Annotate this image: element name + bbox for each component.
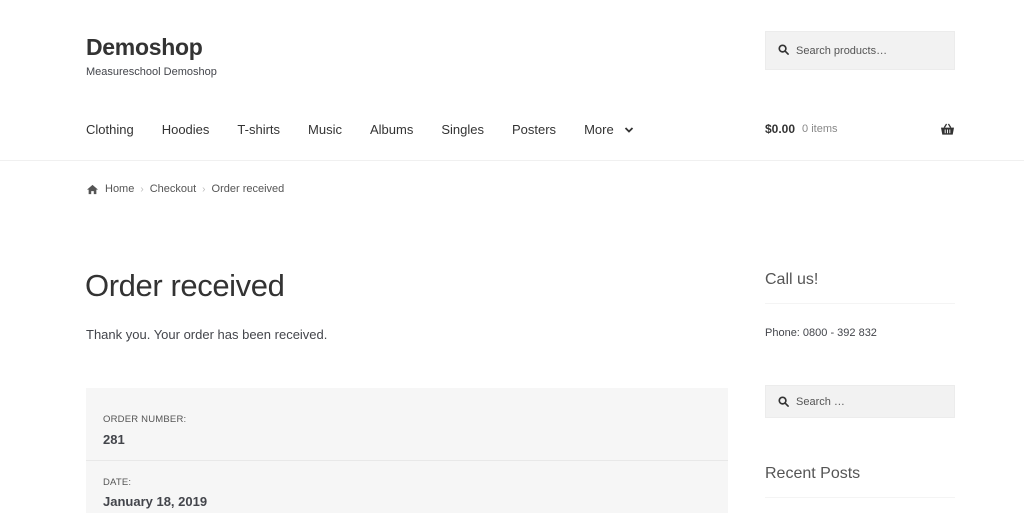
nav-item-more[interactable]: More <box>584 122 634 137</box>
cart-amount: $0.00 <box>765 122 796 136</box>
breadcrumb: Home › Checkout › Order received <box>86 183 284 195</box>
nav-item-hoodies[interactable]: Hoodies <box>162 122 210 137</box>
breadcrumb-separator: › <box>140 183 144 195</box>
breadcrumb-separator: › <box>202 183 206 195</box>
breadcrumb-checkout[interactable]: Checkout <box>150 183 196 195</box>
order-date-row: DATE: January 18, 2019 <box>86 462 728 513</box>
order-number-row: ORDER NUMBER: 281 <box>86 388 728 461</box>
order-date-value: January 18, 2019 <box>103 494 208 509</box>
search-placeholder: Search products… <box>796 44 888 57</box>
order-overview: ORDER NUMBER: 281 DATE: January 18, 2019 <box>86 388 728 513</box>
search-icon <box>778 396 789 407</box>
page-title: Order received <box>85 268 285 303</box>
order-date-label: DATE: <box>103 477 132 488</box>
site-title[interactable]: Demoshop <box>86 34 203 61</box>
sidebar-search-placeholder: Search … <box>796 395 845 408</box>
order-number-label: ORDER NUMBER: <box>103 414 187 425</box>
sidebar-call-heading: Call us! <box>765 271 819 288</box>
header-divider <box>0 160 1024 161</box>
primary-navigation: Clothing Hoodies T-shirts Music Albums S… <box>86 122 662 137</box>
sidebar-recent-posts-heading: Recent Posts <box>765 465 861 482</box>
home-icon <box>86 184 105 195</box>
sidebar-search-input[interactable]: Search … <box>765 385 955 418</box>
nav-item-music[interactable]: Music <box>308 122 342 137</box>
nav-item-albums[interactable]: Albums <box>370 122 413 137</box>
nav-more-label: More <box>584 122 614 137</box>
product-search-input[interactable]: Search products… <box>765 31 955 70</box>
sidebar-phone: Phone: 0800 - 392 832 <box>765 327 877 339</box>
order-number-value: 281 <box>103 432 125 447</box>
sidebar-divider <box>765 303 955 304</box>
order-thanks-message: Thank you. Your order has been received. <box>86 327 328 342</box>
nav-item-tshirts[interactable]: T-shirts <box>237 122 280 137</box>
nav-item-clothing[interactable]: Clothing <box>86 122 134 137</box>
breadcrumb-current: Order received <box>211 183 285 195</box>
cart-item-count: 0 items <box>802 123 838 135</box>
site-description: Measureschool Demoshop <box>86 66 217 78</box>
search-icon <box>778 42 789 60</box>
breadcrumb-home[interactable]: Home <box>105 183 134 195</box>
sidebar-divider <box>765 497 955 498</box>
nav-item-posters[interactable]: Posters <box>512 122 556 137</box>
nav-item-singles[interactable]: Singles <box>441 122 484 137</box>
basket-icon <box>940 123 955 136</box>
chevron-down-icon <box>614 122 634 137</box>
header-cart[interactable]: $0.00 0 items <box>765 122 955 136</box>
